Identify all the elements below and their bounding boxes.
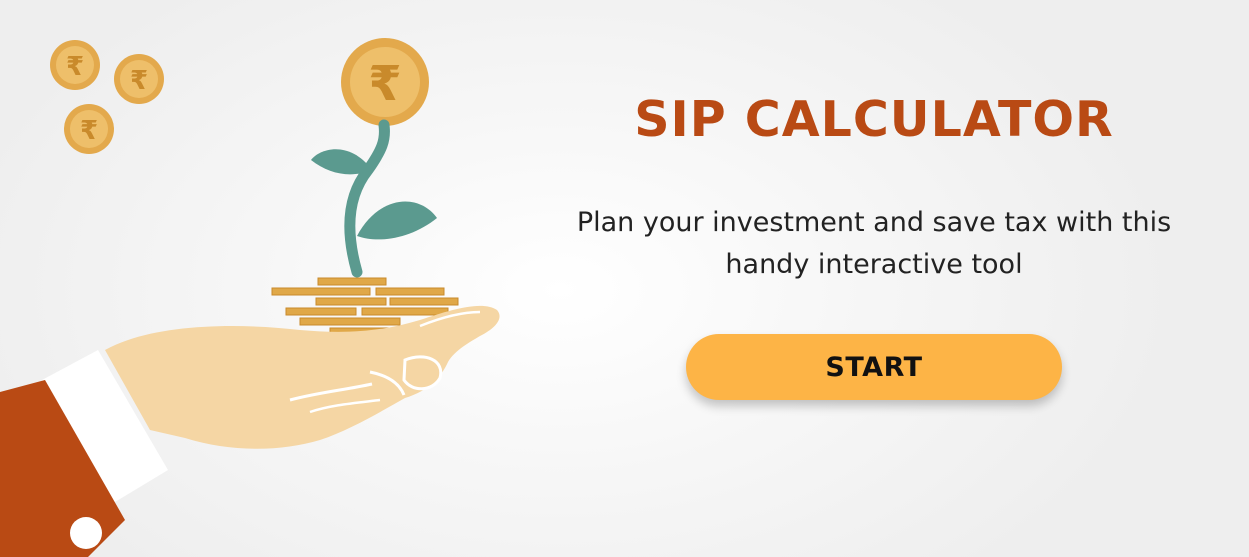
svg-text:₹: ₹	[80, 116, 98, 146]
rupee-coin-icon: ₹	[114, 54, 164, 104]
hand-holding-plant-coins-icon: ₹ ₹ ₹ ₹	[0, 38, 500, 557]
start-button[interactable]: START	[686, 334, 1062, 400]
rupee-coin-icon: ₹	[341, 38, 429, 126]
hand-icon	[105, 305, 500, 449]
svg-text:₹: ₹	[130, 66, 148, 96]
page-subtitle: Plan your investment and save tax with t…	[576, 207, 1172, 280]
rupee-coin-icon: ₹	[50, 40, 100, 90]
rupee-coin-icon: ₹	[64, 104, 114, 154]
page-title: SIP CALCULATOR	[634, 91, 1114, 148]
sip-calculator-intro: ₹ ₹ ₹ ₹ SIP CALCULATOR Plan your investm…	[0, 0, 1249, 557]
plant-icon	[311, 119, 437, 278]
svg-text:₹: ₹	[368, 56, 401, 112]
svg-text:₹: ₹	[66, 52, 84, 82]
hero-panel: SIP CALCULATOR Plan your investment and …	[520, 0, 1249, 557]
